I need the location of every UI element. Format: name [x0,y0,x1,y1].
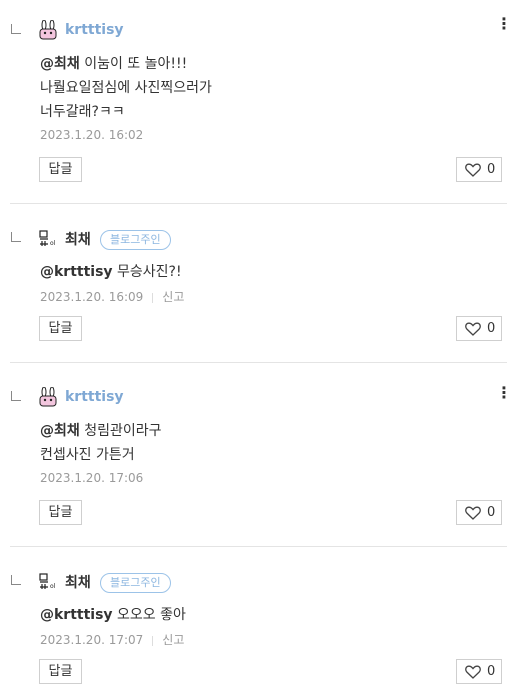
report-link[interactable]: 신고 [162,633,184,647]
like-count: 0 [487,664,496,679]
comment-text: @최채 이눔이 또 놀아!!! [40,54,187,74]
comment-date: 2023.1.20. 16:02 [40,128,144,142]
comment-meta: 2023.1.20. 16:09 신고 [40,288,184,305]
svg-text:ol: ol [50,240,56,247]
comment-line: 나뤌요일점심에 사진찍으러가 [40,80,212,96]
comment-line: 이눔이 또 놀아!!! [84,56,188,72]
bunny-avatar[interactable] [38,387,58,407]
meta-separator [152,292,154,303]
mention[interactable]: @krtttisy [40,264,113,280]
more-vertical-icon[interactable]: ⋮ [496,385,512,401]
comment-date: 2023.1.20. 17:07 [40,633,144,647]
comment-line: 컨셉사진 가튼거 [40,447,135,463]
comment-meta: 2023.1.20. 17:07 신고 [40,631,184,648]
comment-date: 2023.1.20. 17:06 [40,471,144,485]
mention[interactable]: @최채 [40,56,80,72]
reply-button[interactable]: 답글 [39,500,82,525]
like-count: 0 [487,162,496,177]
comment-author[interactable]: krtttisy [65,389,124,405]
heart-icon [465,322,481,336]
comment-author[interactable]: 최채 [65,229,91,249]
report-link[interactable]: 신고 [162,290,184,304]
heart-icon [465,163,481,177]
comment-date: 2023.1.20. 16:09 [40,290,144,304]
reply-button[interactable]: 답글 [39,659,82,684]
like-button[interactable]: 0 [456,316,502,341]
comment-text: @krtttisy 무승사진?! [40,262,182,282]
mention[interactable]: @krtttisy [40,607,113,623]
like-button[interactable]: 0 [456,500,502,525]
sketch-avatar[interactable]: ol [38,228,58,248]
like-button[interactable]: 0 [456,157,502,182]
comment-item: krtttisy ⋮ @최채 청림관이라구 컨셉사진 가튼거 2023.1.20… [0,363,525,545]
comment-text: @최채 청림관이라구 [40,421,162,441]
comment-line: 오오오 좋아 [117,607,186,623]
meta-separator [152,635,154,646]
mention[interactable]: @최채 [40,423,80,439]
owner-badge: 블로그주인 [100,573,171,593]
comment-line: 청림관이라구 [84,423,162,439]
more-vertical-icon[interactable]: ⋮ [496,16,512,32]
reply-arrow-icon [11,232,21,242]
reply-arrow-icon [11,575,21,585]
reply-button[interactable]: 답글 [39,316,82,341]
reply-arrow-icon [11,24,21,34]
comment-item: ol 최채 블로그주인 @krtttisy 무승사진?! 2023.1.20. … [0,204,525,362]
svg-text:ol: ol [50,583,56,590]
comment-item: krtttisy ⋮ @최채 이눔이 또 놀아!!! 나뤌요일점심에 사진찍으러… [0,0,525,200]
like-count: 0 [487,505,496,520]
comment-text: @krtttisy 오오오 좋아 [40,605,186,625]
sketch-avatar[interactable]: ol [38,571,58,591]
heart-icon [465,506,481,520]
like-button[interactable]: 0 [456,659,502,684]
heart-icon [465,665,481,679]
reply-button[interactable]: 답글 [39,157,82,182]
comment-line: 무승사진?! [117,264,182,280]
reply-arrow-icon [11,391,21,401]
like-count: 0 [487,321,496,336]
comment-line: 너두갈래?ㅋㅋ [40,104,125,120]
bunny-avatar[interactable] [38,20,58,40]
owner-badge: 블로그주인 [100,230,171,250]
comment-author[interactable]: krtttisy [65,22,124,38]
comment-item: ol 최채 블로그주인 @krtttisy 오오오 좋아 2023.1.20. … [0,547,525,696]
comment-author[interactable]: 최채 [65,572,91,592]
